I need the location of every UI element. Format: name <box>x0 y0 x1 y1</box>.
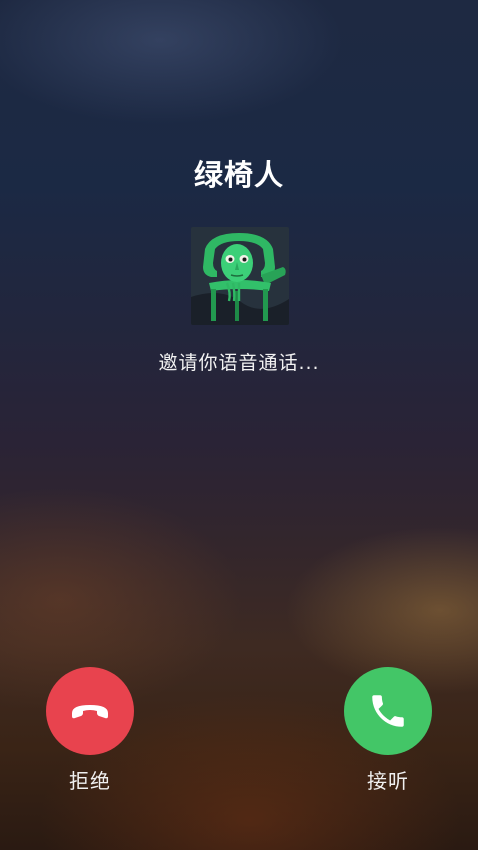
accept-label: 接听 <box>367 769 409 793</box>
decline-label: 拒绝 <box>69 769 111 793</box>
caller-name: 绿椅人 <box>193 158 284 192</box>
hang-up-icon <box>72 705 108 719</box>
green-chair-creature-avatar-icon <box>191 227 289 325</box>
caller-avatar <box>191 227 289 325</box>
phone-icon <box>372 695 404 727</box>
decline-button[interactable] <box>46 667 134 755</box>
decline-action: 拒绝 <box>46 667 134 794</box>
call-status-text: 邀请你语音通话... <box>158 352 320 374</box>
accept-button[interactable] <box>344 667 432 755</box>
incoming-call-screen: 绿椅人 邀请你语音通话... 拒绝 接听 <box>0 0 478 850</box>
accept-action: 接听 <box>344 667 432 794</box>
